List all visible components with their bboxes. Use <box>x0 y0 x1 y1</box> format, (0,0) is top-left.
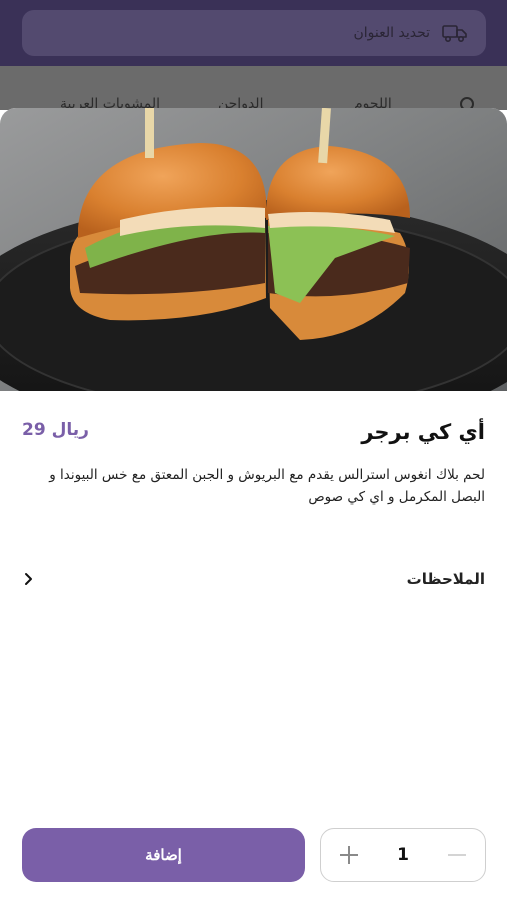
minus-icon <box>448 854 466 856</box>
quantity-stepper: 1 <box>320 828 486 882</box>
address-selector[interactable]: تحديد العنوان <box>22 10 486 56</box>
notes-label: الملاحظات <box>406 570 485 588</box>
product-sheet: أي كي برجر 29 ريال لحم بلاك انغوس استرال… <box>0 108 507 900</box>
truck-icon <box>442 25 467 43</box>
address-label: تحديد العنوان <box>353 25 430 41</box>
chevron-right-icon <box>25 573 32 585</box>
decrement-button[interactable] <box>429 829 485 881</box>
product-price: 29 ريال <box>22 420 89 440</box>
increment-button[interactable] <box>321 829 377 881</box>
app-header: تحديد العنوان <box>0 0 507 66</box>
product-title: أي كي برجر <box>361 420 485 444</box>
quantity-value: 1 <box>397 845 409 865</box>
product-description: لحم بلاك انغوس استرالس يقدم مع البريوش و… <box>49 467 485 505</box>
notes-row[interactable]: الملاحظات <box>22 564 485 594</box>
add-to-cart-button[interactable]: إضافة <box>22 828 305 882</box>
plus-icon <box>340 846 358 864</box>
product-image <box>0 108 507 391</box>
